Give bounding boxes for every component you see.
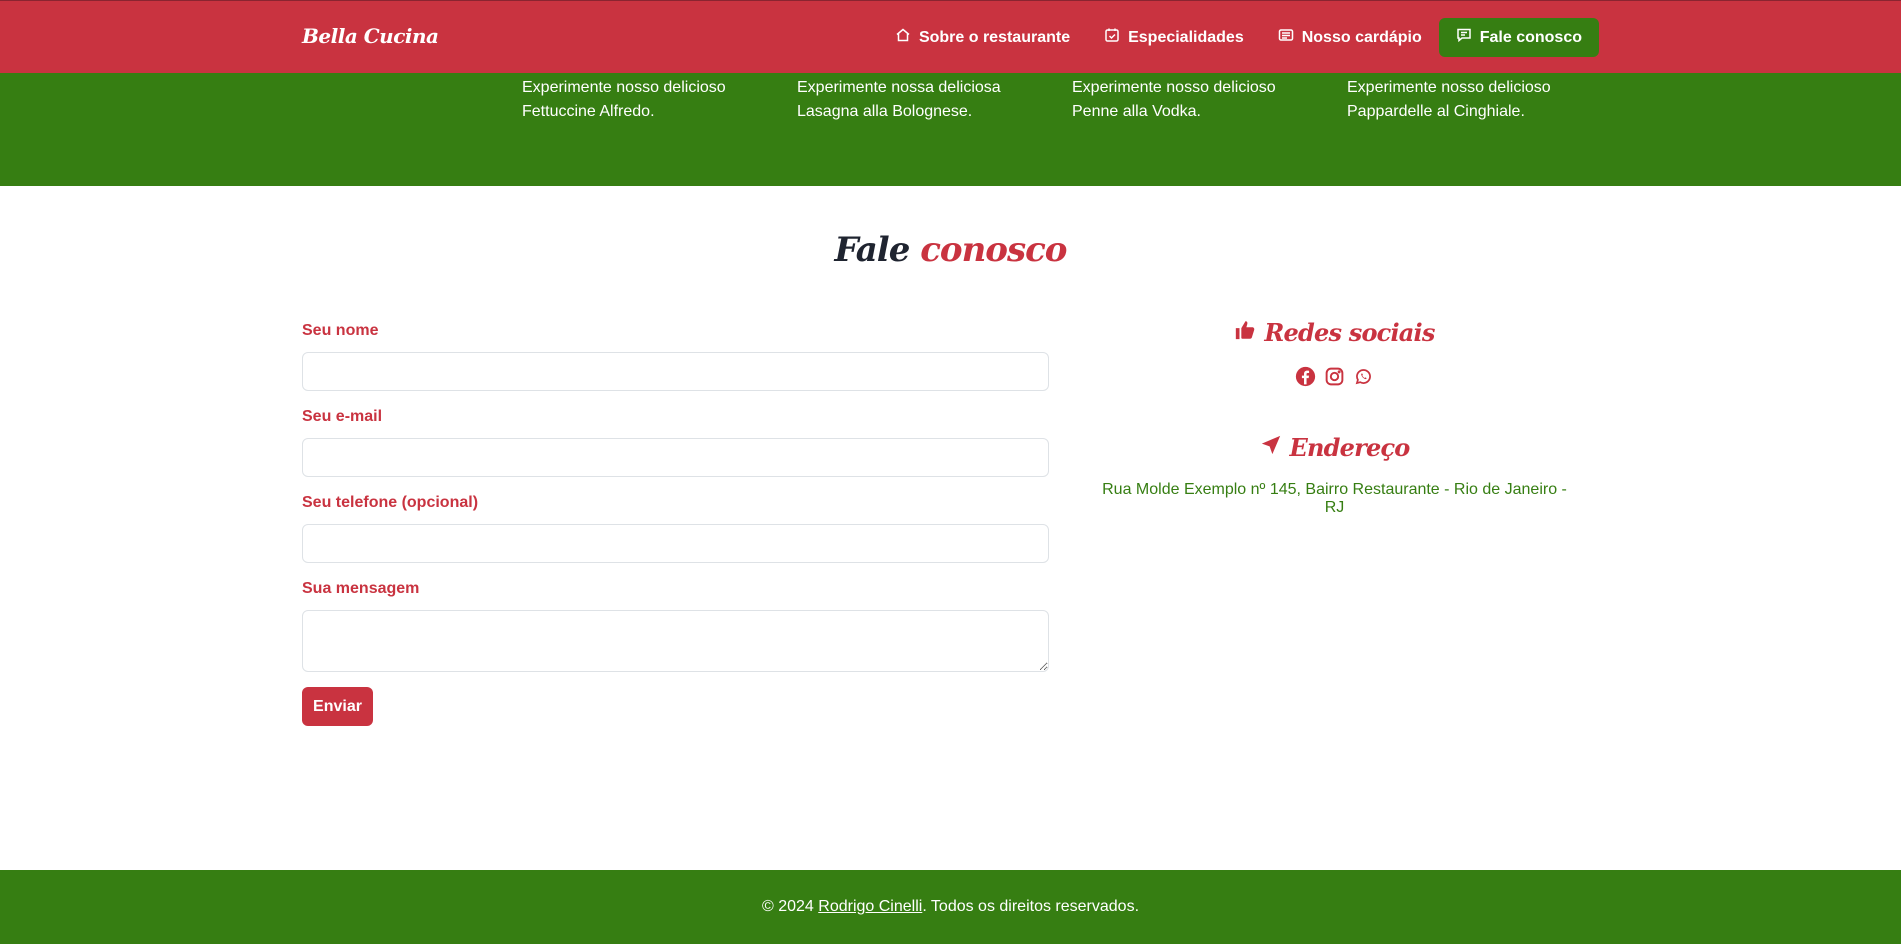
nav-item-label: Especialidades [1128,28,1244,46]
social-title-label: Redes sociais [1264,318,1435,347]
email-label: Seu e-mail [302,408,383,425]
nav-item-fale-conosco[interactable]: Fale conosco [1438,18,1599,57]
address-title-label: Endereço [1289,433,1411,462]
send-button[interactable]: Enviar [302,687,373,726]
navbar: Bella Cucina Sobre o restaurante Especia… [0,0,1901,73]
nav-item-label: Fale conosco [1479,28,1582,46]
main-nav: Sobre o restaurante Especialidades Nosso… [878,18,1599,57]
newspaper-icon [1278,27,1294,48]
message-textarea[interactable] [302,610,1049,672]
footer: © 2024 Rodrigo Cinelli. Todos os direito… [0,870,1901,944]
nav-item-label: Nosso cardápio [1301,28,1422,46]
address-text: Rua Molde Exemplo nº 145, Bairro Restaur… [1102,481,1567,516]
nav-item-especialidades[interactable]: Especialidades [1087,18,1261,57]
message-label: Sua mensagem [302,580,420,597]
title-part-dark: Fale [834,230,910,270]
specialty-text: Experimente nossa deliciosa Lasagna alla… [797,79,1001,120]
home-icon [895,27,911,48]
phone-label: Seu telefone (opcional) [302,494,479,511]
footer-rights: . Todos os direitos reservados. [922,898,1140,915]
thumbs-up-icon [1234,318,1256,347]
title-part-red: conosco [920,230,1067,270]
email-input[interactable] [302,438,1049,477]
location-arrow-icon [1260,433,1282,462]
social-links [1098,366,1571,387]
name-input[interactable] [302,352,1049,391]
nav-item-sobre[interactable]: Sobre o restaurante [878,18,1087,57]
social-title: Redes sociais [1098,318,1571,347]
specialty-text: Experimente nosso delicioso Pappardelle … [1347,79,1551,120]
nav-item-label: Sobre o restaurante [918,28,1071,46]
chat-icon [1456,27,1472,48]
address-title: Endereço [1098,433,1571,462]
specialties-strip: Experimente nosso delicioso Fettuccine A… [0,73,1901,186]
footer-copyright: © 2024 [761,898,819,915]
specialty-text: Experimente nosso delicioso Fettuccine A… [522,79,726,120]
facebook-icon[interactable] [1295,366,1316,387]
phone-input[interactable] [302,524,1049,563]
name-label: Seu nome [302,322,379,339]
brand-logo[interactable]: Bella Cucina [302,24,439,48]
whatsapp-icon[interactable] [1353,366,1374,387]
calendar-check-icon [1104,27,1120,48]
specialty-text: Experimente nosso delicioso Penne alla V… [1072,79,1276,120]
instagram-icon[interactable] [1324,366,1345,387]
page-title: Fale conosco [0,230,1901,270]
footer-author-link[interactable]: Rodrigo Cinelli [818,898,922,916]
nav-item-cardapio[interactable]: Nosso cardápio [1261,18,1439,57]
